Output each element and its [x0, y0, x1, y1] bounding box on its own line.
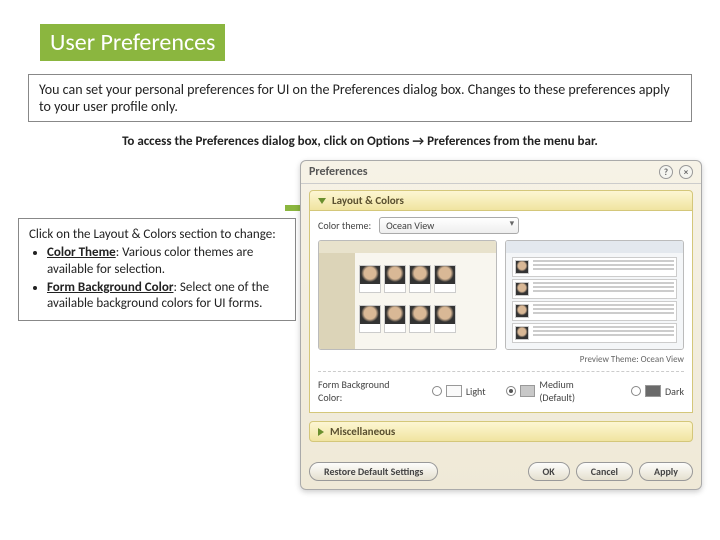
bg-option-label: Medium (Default): [539, 378, 611, 404]
section-header-layout-colors[interactable]: Layout & Colors: [309, 190, 693, 211]
theme-preview-list: [505, 240, 684, 350]
color-theme-select[interactable]: Ocean View: [379, 217, 519, 234]
callout-item: Color Theme: Various color themes are av…: [47, 245, 285, 278]
dialog-titlebar: Preferences ? ×: [301, 161, 701, 184]
swatch-dark: [645, 385, 661, 397]
callout-term: Color Theme: [47, 245, 116, 260]
dialog-title: Preferences: [309, 165, 368, 179]
color-theme-label: Color theme:: [318, 219, 371, 232]
radio-icon: [631, 386, 641, 396]
apply-button[interactable]: Apply: [639, 462, 693, 481]
cancel-button[interactable]: Cancel: [576, 462, 633, 481]
section-title: Layout & Colors: [332, 194, 404, 207]
bg-option-medium[interactable]: Medium (Default): [506, 378, 611, 404]
radio-icon: [432, 386, 442, 396]
intro-text: You can set your personal preferences fo…: [39, 81, 670, 115]
bg-option-label: Dark: [665, 385, 684, 398]
access-instruction: To access the Preferences dialog box, cl…: [28, 134, 692, 149]
form-bg-label: Form Background Color:: [318, 378, 416, 404]
chevron-right-icon: [318, 428, 324, 436]
section-title: Miscellaneous: [330, 425, 395, 438]
callout-item: Form Background Color: Select one of the…: [47, 280, 285, 313]
color-theme-value: Ocean View: [386, 219, 434, 232]
slide-title-band: User Preferences: [40, 24, 225, 61]
slide-title: User Preferences: [50, 28, 215, 57]
callout-lead: Click on the Layout & Colors section to …: [29, 227, 285, 243]
theme-preview-thumbnail: [318, 240, 497, 350]
close-icon[interactable]: ×: [679, 165, 693, 179]
swatch-light: [446, 385, 462, 397]
theme-preview-row: [318, 240, 684, 350]
help-icon[interactable]: ?: [659, 165, 673, 179]
bg-option-light[interactable]: Light: [432, 385, 486, 398]
chevron-down-icon: [318, 198, 326, 204]
section-header-miscellaneous[interactable]: Miscellaneous: [309, 421, 693, 442]
radio-icon: [506, 386, 516, 396]
callout-box: Click on the Layout & Colors section to …: [18, 218, 296, 321]
bg-option-dark[interactable]: Dark: [631, 385, 684, 398]
bg-option-label: Light: [466, 385, 486, 398]
dialog-button-bar: Restore Default Settings OK Cancel Apply: [309, 462, 693, 481]
preferences-dialog: Preferences ? × Layout & Colors Color th…: [300, 160, 702, 490]
preview-caption: Preview Theme: Ocean View: [318, 354, 684, 365]
intro-text-box: You can set your personal preferences fo…: [28, 74, 692, 122]
section-body-layout-colors: Color theme: Ocean View: [309, 211, 693, 413]
swatch-medium: [520, 385, 536, 397]
callout-term: Form Background Color: [47, 280, 173, 295]
restore-defaults-button[interactable]: Restore Default Settings: [309, 462, 438, 481]
ok-button[interactable]: OK: [528, 462, 570, 481]
